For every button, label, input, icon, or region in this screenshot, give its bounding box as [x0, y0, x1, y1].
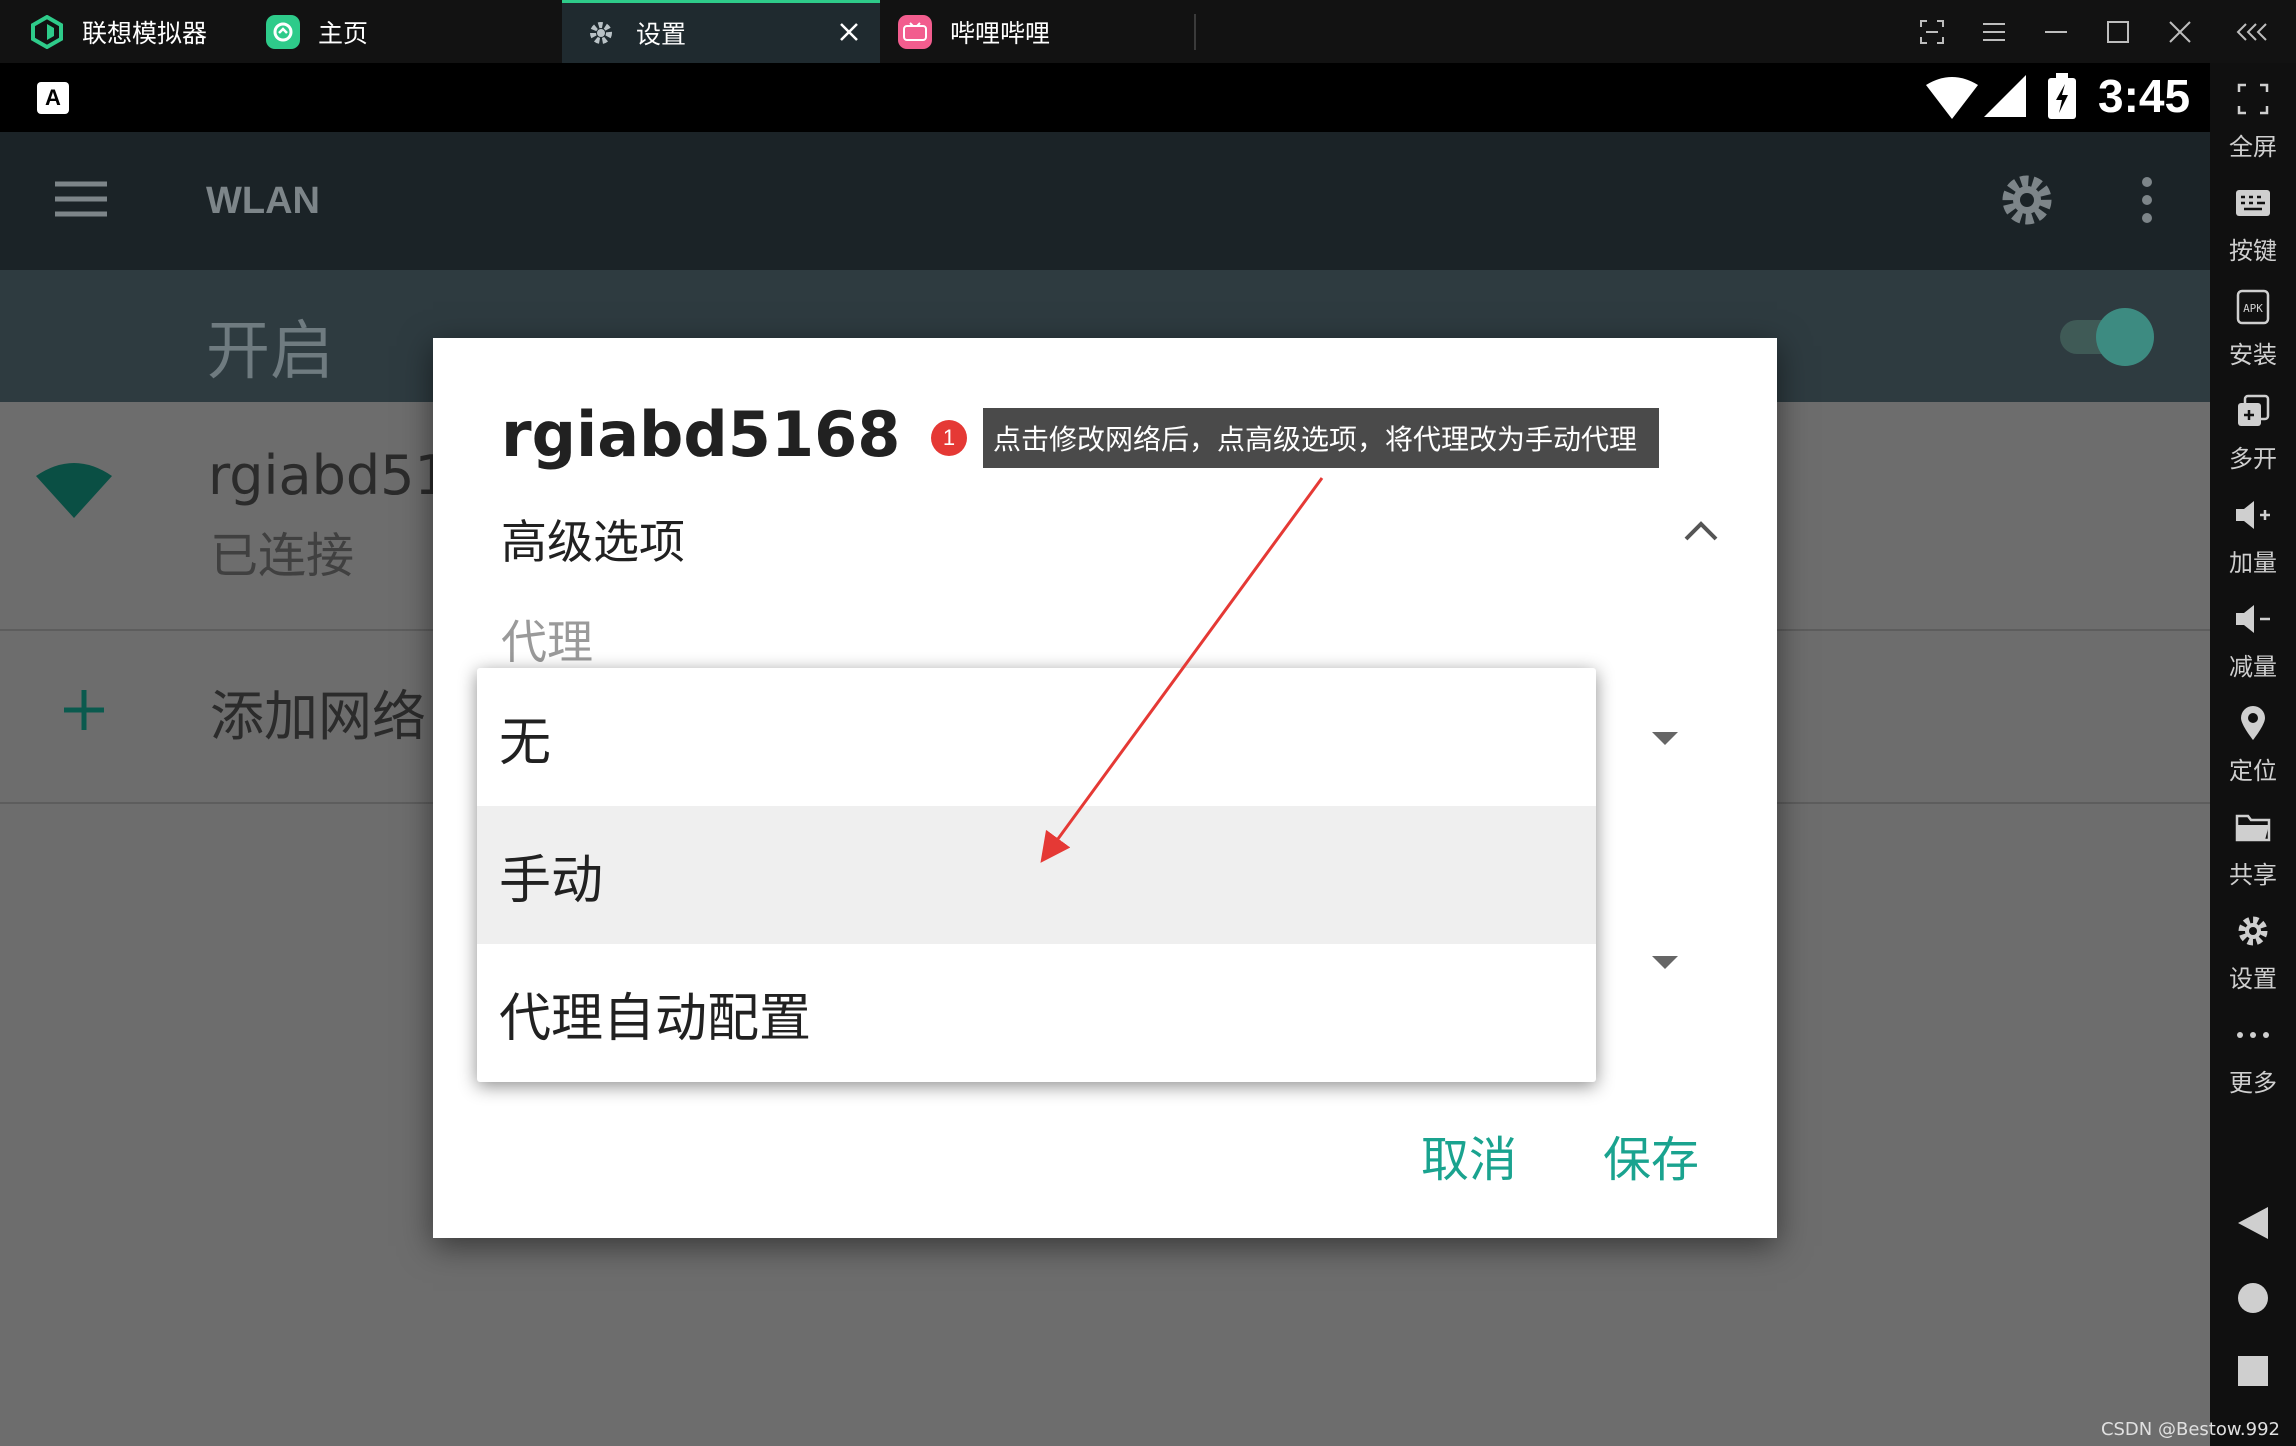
wlan-toggle[interactable] — [2060, 308, 2154, 366]
save-button[interactable]: 保存 — [1603, 1120, 1699, 1190]
close-window-icon[interactable] — [2160, 12, 2200, 52]
fullscreen-icon — [2233, 79, 2273, 119]
cancel-button[interactable]: 取消 — [1421, 1120, 1517, 1190]
switch-label: 开启 — [206, 315, 334, 389]
sidebar-item-share[interactable]: 共享 — [2210, 801, 2296, 905]
tab-bilibili[interactable]: 哔哩哔哩 — [898, 0, 1188, 63]
network-status: 已连接 — [210, 528, 355, 584]
sidebar-item-volume-down[interactable]: 减量 — [2210, 593, 2296, 697]
sidebar-label: 安装 — [2229, 341, 2277, 369]
tab-label: 设置 — [636, 20, 687, 49]
tab-label: 主页 — [318, 18, 369, 48]
annotation-callout: 点击修改网络后，点高级选项，将代理改为手动代理 — [983, 408, 1660, 468]
shared-folder-icon — [2233, 807, 2273, 847]
volume-down-icon — [2233, 599, 2273, 639]
proxy-dropdown-menu: 无 手动 代理自动配置 — [477, 668, 1596, 1082]
notification-app-icon: A — [37, 82, 69, 114]
overflow-menu-icon[interactable] — [2140, 176, 2154, 228]
wlan-appbar: WLAN — [0, 132, 2210, 270]
settings-gear-icon — [584, 16, 618, 50]
location-pin-icon — [2233, 703, 2273, 743]
menu-icon[interactable] — [1974, 12, 2014, 52]
sidebar-label: 按键 — [2229, 237, 2277, 265]
lenovo-logo-icon — [30, 14, 64, 49]
dialog-title: rgiabd5168 — [501, 398, 901, 471]
emulator-titlebar: 联想模拟器 主页 设置 哔哩哔哩 — [0, 0, 2296, 63]
sidebar-item-fullscreen[interactable]: 全屏 — [2210, 73, 2296, 177]
annotation-badge: 1 — [931, 420, 967, 456]
wifi-connected-icon — [36, 460, 112, 524]
proxy-label: 代理 — [501, 615, 593, 669]
tab-lenovo-emulator[interactable]: 联想模拟器 — [30, 0, 240, 63]
cell-signal-icon — [1984, 75, 2026, 121]
sidebar-label: 加量 — [2229, 549, 2277, 577]
option-label: 无 — [499, 712, 552, 773]
sidebar-label: 共享 — [2229, 861, 2277, 889]
wlan-toggle-knob — [2096, 308, 2154, 366]
home-app-icon — [266, 14, 300, 49]
option-label: 代理自动配置 — [499, 988, 812, 1049]
tab-home[interactable]: 主页 — [266, 0, 566, 63]
sidebar-item-volume-up[interactable]: 加量 — [2210, 489, 2296, 593]
appbar-title: WLAN — [206, 180, 320, 222]
sidebar-item-install[interactable]: APK 安装 — [2210, 281, 2296, 385]
wifi-signal-icon — [1926, 77, 1978, 123]
svg-text:APK: APK — [2243, 302, 2263, 315]
tab-label: 联想模拟器 — [82, 18, 208, 48]
settings-gear-icon[interactable] — [1997, 170, 2057, 234]
sidebar-label: 定位 — [2229, 757, 2277, 785]
nav-home-button[interactable] — [2210, 1268, 2296, 1328]
keyboard-icon — [2233, 183, 2273, 223]
sidebar-item-keys[interactable]: 按键 — [2210, 177, 2296, 281]
collapse-sidebar-icon[interactable] — [2232, 12, 2272, 52]
tab-label: 哔哩哔哩 — [950, 18, 1051, 48]
sidebar-label: 全屏 — [2229, 133, 2277, 161]
add-network-label: 添加网络 — [210, 685, 426, 748]
sidebar-item-more[interactable]: 更多 — [2210, 1009, 2296, 1113]
chevron-up-icon[interactable] — [1683, 520, 1719, 546]
multi-instance-icon — [2233, 391, 2273, 431]
more-dots-icon — [2233, 1015, 2273, 1055]
dropdown-option-manual[interactable]: 手动 — [477, 806, 1596, 944]
dropdown-arrow-icon[interactable] — [1650, 954, 1680, 974]
advanced-options-label[interactable]: 高级选项 — [501, 506, 685, 572]
sidebar-label: 减量 — [2229, 653, 2277, 681]
sidebar-label: 多开 — [2229, 445, 2277, 473]
sidebar-label: 设置 — [2229, 965, 2277, 993]
minimize-icon[interactable] — [2036, 12, 2076, 52]
apk-install-icon: APK — [2233, 287, 2273, 327]
sidebar-item-location[interactable]: 定位 — [2210, 697, 2296, 801]
nav-recents-button[interactable] — [2210, 1341, 2296, 1401]
volume-up-icon — [2233, 495, 2273, 535]
emulator-sidebar: 全屏 按键 APK 安装 多开 加量 减量 定位 共享 设置 更多 — [2210, 63, 2296, 1446]
battery-charging-icon — [2048, 73, 2076, 123]
dropdown-option-pac[interactable]: 代理自动配置 — [477, 944, 1596, 1082]
nav-back-button[interactable] — [2210, 1193, 2296, 1253]
sidebar-item-multi[interactable]: 多开 — [2210, 385, 2296, 489]
settings-icon — [2233, 911, 2273, 951]
close-tab-icon[interactable] — [834, 17, 864, 53]
dropdown-option-none[interactable]: 无 — [477, 668, 1596, 806]
proxy-dropdown-arrow-icon[interactable] — [1650, 730, 1680, 750]
sidebar-item-settings[interactable]: 设置 — [2210, 905, 2296, 1009]
bilibili-icon — [898, 14, 932, 49]
option-label: 手动 — [499, 850, 604, 911]
hamburger-menu-icon[interactable] — [55, 180, 107, 222]
android-statusbar: A 3:45 — [0, 63, 2210, 132]
tab-divider — [1194, 14, 1196, 50]
tab-settings[interactable]: 设置 — [562, 0, 880, 63]
maximize-icon[interactable] — [2098, 12, 2138, 52]
add-icon — [62, 688, 106, 736]
screenshot-region-icon[interactable] — [1912, 12, 1952, 52]
sidebar-label: 更多 — [2229, 1069, 2277, 1097]
status-time: 3:45 — [2098, 70, 2191, 122]
watermark: CSDN @Bestow.992 — [2100, 1419, 2280, 1440]
